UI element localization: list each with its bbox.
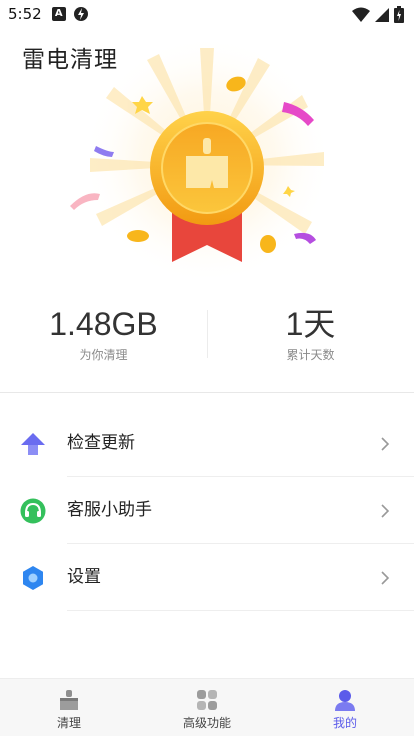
upgrade-arrow-icon (20, 431, 46, 457)
menu-item-label: 检查更新 (67, 433, 135, 453)
stat-cleaned-value: 1.48GB (49, 306, 158, 342)
chevron-right-icon (380, 503, 390, 518)
stat-days-label: 累计天数 (286, 348, 335, 362)
tab-mine[interactable]: 我的 (276, 679, 414, 736)
menu-item-settings[interactable]: 设置 (0, 544, 414, 611)
grid-icon (195, 688, 219, 712)
stat-cleaned-label: 为你清理 (79, 348, 128, 362)
tab-advanced[interactable]: 高级功能 (138, 679, 276, 736)
medal-illustration (62, 40, 352, 290)
menu-item-label: 客服小助手 (67, 500, 152, 520)
gear-icon (20, 565, 46, 591)
font-a-icon: A (51, 7, 66, 21)
broom-icon (57, 688, 81, 712)
chevron-right-icon (380, 436, 390, 451)
lightning-icon (73, 7, 88, 21)
status-bar: 5:52 A (0, 0, 414, 28)
status-time: 5:52 (8, 5, 42, 23)
row-divider (67, 610, 414, 611)
stat-days-value: 1天 (285, 306, 336, 342)
cell-signal-icon (375, 7, 389, 22)
tab-label: 清理 (56, 716, 81, 730)
chevron-right-icon (380, 570, 390, 585)
stat-cleaned: 1.48GB 为你清理 (0, 300, 207, 363)
settings-menu: 检查更新 客服小助手 设置 (0, 410, 414, 611)
tab-label: 我的 (332, 716, 357, 730)
battery-icon (394, 6, 404, 23)
headset-icon (20, 498, 46, 524)
menu-item-support[interactable]: 客服小助手 (0, 477, 414, 544)
menu-item-label: 设置 (67, 567, 101, 587)
wifi-icon (352, 7, 370, 22)
tab-clean[interactable]: 清理 (0, 679, 138, 736)
menu-item-check-update[interactable]: 检查更新 (0, 410, 414, 477)
stats-panel: 1.48GB 为你清理 1天 累计天数 (0, 300, 414, 370)
tab-label: 高级功能 (182, 716, 231, 730)
stat-days: 1天 累计天数 (207, 300, 414, 363)
user-icon (333, 688, 357, 712)
section-divider (0, 392, 414, 393)
status-icons (352, 6, 404, 23)
bottom-nav: 清理 高级功能 我的 (0, 678, 414, 736)
